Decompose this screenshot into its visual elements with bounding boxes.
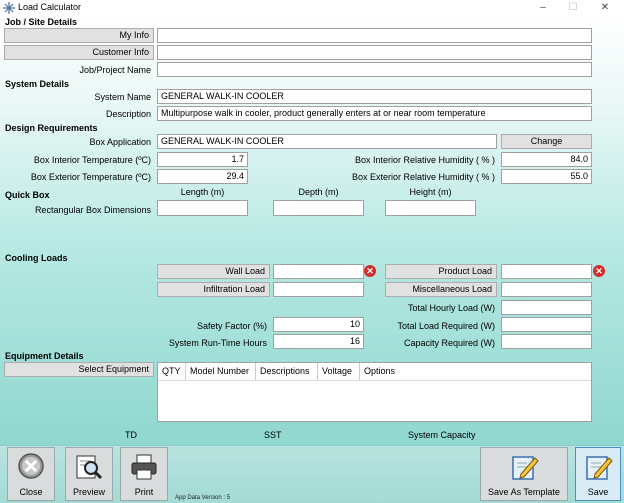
- exterior-rh-field[interactable]: 55.0: [501, 169, 592, 184]
- total-hourly-load-label: Total Hourly Load (W): [407, 303, 495, 313]
- interior-rh-label: Box Interior Relative Humidity ( % ): [354, 155, 495, 165]
- runtime-hours-label: System Run-Time Hours: [168, 338, 267, 348]
- close-window-button[interactable]: ✕: [590, 0, 620, 16]
- close-button-label: Close: [19, 487, 43, 497]
- change-button[interactable]: Change: [501, 134, 592, 149]
- job-name-label: Job/Project Name: [79, 65, 151, 75]
- customer-info-field[interactable]: [157, 45, 592, 60]
- printer-icon: [131, 454, 157, 480]
- design-section-title: Design Requirements: [5, 123, 98, 133]
- close-circle-icon: [18, 453, 44, 479]
- total-hourly-load-field[interactable]: [501, 300, 592, 315]
- equipment-section-title: Equipment Details: [5, 351, 84, 361]
- height-field[interactable]: [385, 200, 476, 216]
- print-button[interactable]: Print: [120, 447, 168, 501]
- save-as-template-label: Save As Template: [488, 487, 560, 497]
- wall-load-field[interactable]: [273, 264, 364, 279]
- length-label: Length (m): [180, 187, 225, 197]
- safety-factor-label: Safety Factor (%): [196, 321, 267, 331]
- preview-button-label: Preview: [72, 487, 105, 497]
- column-header[interactable]: QTY: [158, 363, 186, 380]
- column-header[interactable]: Options: [360, 363, 410, 380]
- exterior-temp-field[interactable]: 29.4: [157, 169, 248, 184]
- print-button-label: Print: [134, 487, 154, 497]
- wall-load-error-icon: ✕: [364, 265, 376, 277]
- preview-button[interactable]: Preview: [65, 447, 113, 501]
- misc-load-button[interactable]: Miscellaneous Load: [385, 282, 497, 297]
- box-application-label: Box Application: [89, 137, 151, 147]
- wall-load-button[interactable]: Wall Load: [157, 264, 270, 279]
- exterior-temp-label: Box Exterior Temperature (ºC): [30, 172, 151, 182]
- edit-document-icon: [512, 456, 539, 480]
- quickbox-section-title: Quick Box: [5, 190, 50, 200]
- my-info-field[interactable]: [157, 28, 592, 43]
- select-equipment-button[interactable]: Select Equipment: [4, 362, 154, 377]
- title-bar: Load Calculator – ☐ ✕: [0, 0, 624, 16]
- infiltration-load-field[interactable]: [273, 282, 364, 297]
- interior-temp-field[interactable]: 1.7: [157, 152, 248, 167]
- total-load-required-field[interactable]: [501, 317, 592, 332]
- customer-info-button[interactable]: Customer Info: [4, 45, 154, 60]
- capacity-required-field[interactable]: [501, 334, 592, 349]
- length-field[interactable]: [157, 200, 248, 216]
- equipment-table[interactable]: QTY Model Number Descriptions Voltage Op…: [157, 362, 592, 422]
- box-dimensions-label: Rectangular Box Dimensions: [34, 205, 151, 215]
- save-as-template-button[interactable]: Save As Template: [480, 447, 568, 501]
- box-application-field[interactable]: GENERAL WALK-IN COOLER: [157, 134, 497, 149]
- my-info-button[interactable]: My Info: [4, 28, 154, 43]
- depth-label: Depth (m): [298, 187, 339, 197]
- description-label: Description: [105, 109, 151, 119]
- exterior-rh-label: Box Exterior Relative Humidity ( % ): [351, 172, 495, 182]
- product-load-button[interactable]: Product Load: [385, 264, 497, 279]
- height-label: Height (m): [409, 187, 452, 197]
- save-edit-icon: [586, 456, 613, 480]
- system-section-title: System Details: [5, 79, 70, 89]
- close-button[interactable]: Close: [7, 447, 55, 501]
- product-load-error-icon: ✕: [593, 265, 605, 277]
- system-name-field[interactable]: GENERAL WALK-IN COOLER: [157, 89, 592, 104]
- depth-field[interactable]: [273, 200, 364, 216]
- description-field[interactable]: Multipurpose walk in cooler, product gen…: [157, 106, 592, 121]
- app-snowflake-icon: [3, 2, 15, 14]
- cooling-section-title: Cooling Loads: [5, 253, 68, 263]
- misc-load-field[interactable]: [501, 282, 592, 297]
- preview-magnifier-icon: [76, 455, 103, 480]
- system-capacity-label: System Capacity: [408, 430, 476, 440]
- system-name-label: System Name: [94, 92, 151, 102]
- window-title: Load Calculator: [18, 2, 82, 12]
- interior-rh-field[interactable]: 84.0: [501, 152, 592, 167]
- product-load-field[interactable]: [501, 264, 592, 279]
- capacity-required-label: Capacity Required (W): [403, 338, 495, 348]
- column-header[interactable]: Voltage: [318, 363, 360, 380]
- save-button-label: Save: [587, 487, 609, 497]
- maximize-button[interactable]: ☐: [558, 0, 588, 16]
- job-section-title: Job / Site Details: [5, 17, 78, 27]
- column-header[interactable]: Model Number: [186, 363, 256, 380]
- column-header[interactable]: Descriptions: [256, 363, 318, 380]
- total-load-required-label: Total Load Required (W): [397, 321, 495, 331]
- infiltration-load-button[interactable]: Infiltration Load: [157, 282, 270, 297]
- minimize-button[interactable]: –: [528, 0, 558, 16]
- td-label: TD: [125, 430, 137, 440]
- job-name-field[interactable]: [157, 62, 592, 77]
- save-button[interactable]: Save: [575, 447, 621, 501]
- interior-temp-label: Box Interior Temperature (ºC): [33, 155, 151, 165]
- sst-label: SST: [264, 430, 282, 440]
- equipment-table-header: QTY Model Number Descriptions Voltage Op…: [158, 363, 591, 381]
- app-data-version: App Data Version : 5: [175, 495, 231, 501]
